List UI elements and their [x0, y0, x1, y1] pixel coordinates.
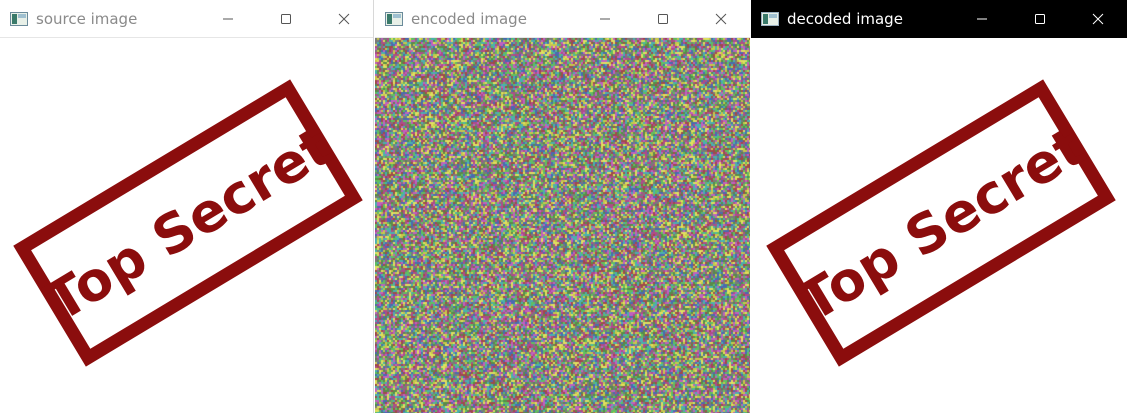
maximize-button[interactable]	[257, 0, 315, 38]
maximize-button[interactable]	[1011, 0, 1069, 38]
window-title: source image	[36, 9, 138, 28]
image-window-icon	[761, 12, 779, 26]
decoded-image-canvas: Top Secret	[751, 38, 1127, 413]
maximize-button[interactable]	[634, 0, 692, 38]
title-bar[interactable]: decoded image	[751, 0, 1127, 38]
window-title: decoded image	[787, 10, 903, 28]
minimize-icon	[600, 18, 610, 19]
minimize-icon	[977, 18, 987, 20]
minimize-button[interactable]	[199, 0, 257, 38]
source-image-window[interactable]: source image Top Secret	[0, 0, 374, 413]
title-bar[interactable]: encoded image	[375, 0, 750, 38]
maximize-icon	[281, 13, 291, 24]
decoded-image-window[interactable]: decoded image Top Secret	[751, 0, 1127, 413]
encoded-image-canvas	[375, 38, 750, 413]
noise-image	[375, 38, 750, 413]
minimize-icon	[223, 18, 233, 19]
close-icon	[338, 13, 350, 24]
title-bar[interactable]: source image	[0, 0, 373, 38]
image-window-icon	[10, 11, 28, 26]
close-icon	[1092, 13, 1104, 25]
close-button[interactable]	[1069, 0, 1127, 38]
encoded-image-window[interactable]: encoded image	[375, 0, 750, 413]
close-icon	[715, 13, 727, 24]
image-window-icon	[385, 11, 403, 26]
close-button[interactable]	[315, 0, 373, 38]
top-secret-stamp-image: Top Secret	[13, 79, 363, 367]
source-image-canvas: Top Secret	[0, 38, 373, 413]
maximize-icon	[1035, 14, 1045, 24]
maximize-icon	[658, 13, 668, 24]
minimize-button[interactable]	[576, 0, 634, 38]
minimize-button[interactable]	[953, 0, 1011, 38]
top-secret-stamp-image: Top Secret	[766, 79, 1116, 367]
close-button[interactable]	[692, 0, 750, 38]
window-title: encoded image	[411, 9, 527, 28]
